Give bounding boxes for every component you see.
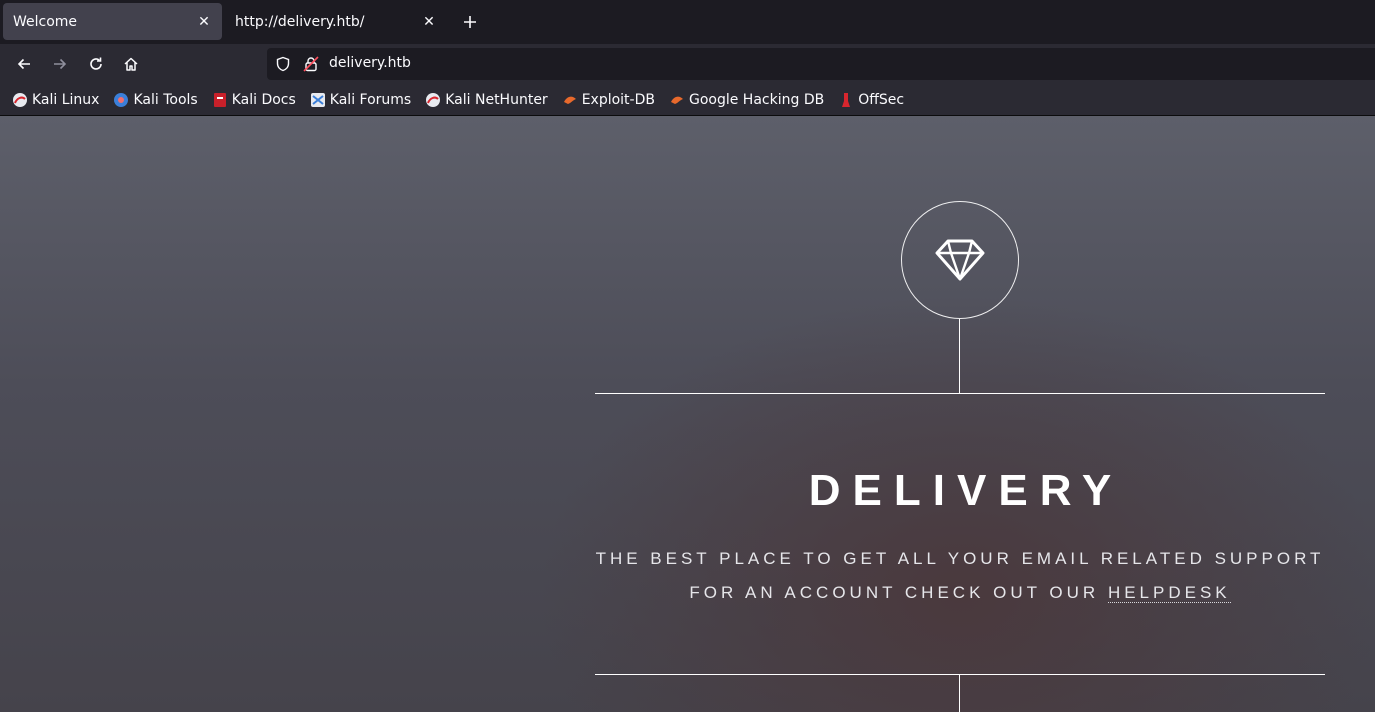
kali-dragon-icon	[12, 92, 28, 108]
back-button[interactable]	[12, 52, 36, 76]
shield-icon[interactable]	[275, 56, 291, 76]
navigation-toolbar: delivery.htb	[0, 44, 1375, 84]
ghdb-icon	[669, 92, 685, 108]
bookmark-label: Kali Docs	[231, 91, 296, 108]
site-title: DELIVERY	[808, 466, 1124, 515]
plus-icon	[464, 16, 476, 28]
kali-docs-icon	[212, 92, 228, 108]
kali-forums-icon	[310, 92, 326, 108]
bookmark-label: Kali Linux	[32, 91, 100, 108]
bookmark-label: OffSec	[858, 91, 905, 108]
exploit-db-icon	[562, 92, 578, 108]
bookmark-kali-docs[interactable]: Kali Docs	[210, 88, 298, 112]
bookmark-kali-forums[interactable]: Kali Forums	[308, 88, 413, 112]
divider-line	[595, 674, 1325, 675]
kali-nethunter-icon	[425, 92, 441, 108]
home-icon	[124, 57, 138, 71]
arrow-left-icon	[17, 58, 30, 70]
bookmark-google-hacking-db[interactable]: Google Hacking DB	[667, 88, 826, 112]
bookmark-label: Google Hacking DB	[688, 91, 825, 108]
divider-line	[959, 319, 960, 393]
url-text: delivery.htb	[329, 55, 411, 71]
tab-delivery[interactable]: http://delivery.htb/ ✕	[225, 3, 447, 40]
tagline-line-1: THE BEST PLACE TO GET ALL YOUR EMAIL REL…	[595, 549, 1325, 568]
tab-title: http://delivery.htb/	[235, 13, 365, 30]
logo-circle	[901, 201, 1019, 319]
bookmark-kali-nethunter[interactable]: Kali NetHunter	[423, 88, 549, 112]
bookmark-offsec[interactable]: OffSec	[836, 88, 906, 112]
reload-button[interactable]	[84, 52, 108, 76]
tab-welcome[interactable]: Welcome ✕	[3, 3, 222, 40]
divider-line	[595, 393, 1325, 394]
bookmark-kali-linux[interactable]: Kali Linux	[10, 88, 101, 112]
bookmarks-toolbar: Kali Linux Kali Tools Kali Docs Kali For…	[0, 84, 1375, 116]
tagline-text: FOR AN ACCOUNT CHECK OUT OUR	[689, 583, 1108, 602]
url-bar[interactable]: delivery.htb	[267, 48, 1375, 80]
bookmark-label: Exploit-DB	[581, 91, 655, 108]
bookmark-exploit-db[interactable]: Exploit-DB	[560, 88, 657, 112]
forward-button[interactable]	[48, 52, 72, 76]
helpdesk-link[interactable]: HELPDESK	[1107, 583, 1231, 603]
home-button[interactable]	[119, 52, 143, 76]
new-tab-button[interactable]	[458, 10, 482, 34]
reload-icon	[90, 57, 102, 70]
arrow-right-icon	[54, 58, 67, 70]
divider-line	[959, 674, 960, 712]
bookmark-label: Kali Forums	[329, 91, 412, 108]
tagline-line-2: FOR AN ACCOUNT CHECK OUT OUR HELPDESK	[595, 583, 1325, 603]
diamond-icon	[935, 239, 985, 281]
close-tab-icon[interactable]: ✕	[196, 14, 212, 30]
kali-tools-icon	[113, 92, 129, 108]
bookmark-label: Kali NetHunter	[445, 91, 548, 108]
tab-title: Welcome	[13, 13, 78, 30]
tab-strip: Welcome ✕ http://delivery.htb/ ✕	[0, 0, 1375, 44]
bookmark-kali-tools[interactable]: Kali Tools	[111, 88, 199, 112]
offsec-icon	[838, 92, 854, 108]
page-content: DELIVERY THE BEST PLACE TO GET ALL YOUR …	[0, 116, 1375, 712]
close-tab-icon[interactable]: ✕	[421, 14, 437, 30]
insecure-lock-icon[interactable]	[303, 56, 319, 76]
bookmark-label: Kali Tools	[133, 91, 198, 108]
